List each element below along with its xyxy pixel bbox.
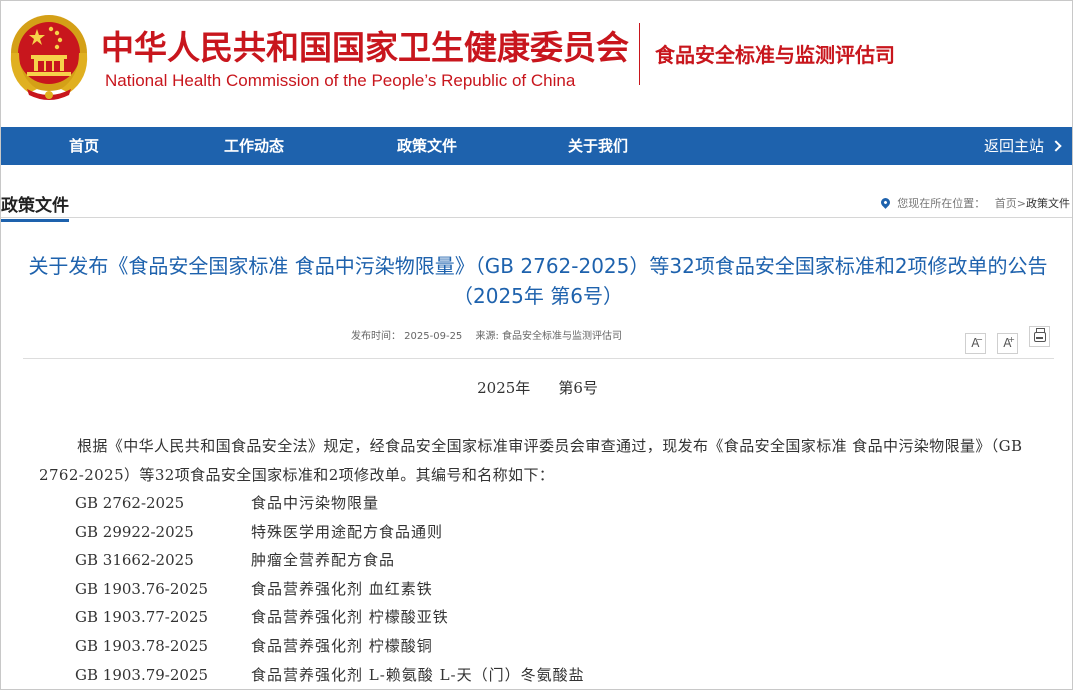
standard-name: 食品营养强化剂 柠檬酸亚铁 bbox=[251, 608, 449, 627]
nav-item-home[interactable]: 首页 bbox=[69, 127, 99, 165]
main-nav: 首页 工作动态 政策文件 关于我们 返回主站 bbox=[1, 127, 1072, 165]
standard-code: GB 1903.78-2025 bbox=[75, 636, 209, 655]
department-name: 食品安全标准与监测评估司 bbox=[655, 43, 895, 67]
standard-name: 食品营养强化剂 柠檬酸铜 bbox=[251, 636, 433, 655]
nav-item-policy-docs[interactable]: 政策文件 bbox=[397, 127, 457, 165]
org-name-en: National Health Commission of the People… bbox=[105, 71, 576, 90]
chevron-right-icon bbox=[1050, 140, 1062, 152]
breadcrumb-current: 政策文件 bbox=[1026, 197, 1070, 210]
national-emblem-icon[interactable] bbox=[7, 9, 91, 101]
standard-code: GB 2762-2025 bbox=[75, 494, 185, 512]
list-item: GB 1903.79-2025 食品营养强化剂 L-赖氨酸 L-天（门）冬氨酸盐 bbox=[75, 661, 585, 689]
article-tools: A − A + bbox=[959, 326, 1050, 354]
doc-no: 第6号 bbox=[558, 379, 598, 397]
doc-year: 2025年 bbox=[477, 379, 531, 397]
standard-code: GB 1903.79-2025 bbox=[75, 665, 209, 684]
standard-code: GB 31662-2025 bbox=[75, 551, 194, 570]
list-item: GB 1903.76-2025 食品营养强化剂 血红素铁 bbox=[75, 575, 585, 604]
list-item: GB 1903.77-2025 食品营养强化剂 柠檬酸亚铁 bbox=[75, 603, 585, 632]
document-number: 2025年 第6号 bbox=[1, 377, 1072, 398]
article-title: 关于发布《食品安全国家标准 食品中污染物限量》（GB 2762-2025）等32… bbox=[28, 254, 1048, 308]
standards-list: GB 2762-2025 食品中污染物限量 GB 29922-2025 特殊医学用途… bbox=[75, 489, 585, 689]
minus-icon: − bbox=[976, 335, 983, 344]
list-item: GB 29922-2025 特殊医学用途配方食品通则 bbox=[75, 518, 585, 547]
page-frame: 中华人民共和国国家卫生健康委员会 National Health Commiss… bbox=[0, 0, 1073, 690]
standard-code: GB 29922-2025 bbox=[75, 522, 194, 541]
header-divider bbox=[639, 23, 640, 85]
standard-code: GB 1903.77-2025 bbox=[75, 608, 209, 627]
location-pin-icon bbox=[879, 196, 893, 209]
standard-name: 食品营养强化剂 血红素铁 bbox=[251, 579, 433, 598]
breadcrumb-prefix: 您现在所在位置： bbox=[897, 197, 986, 210]
breadcrumb-separator: > bbox=[1016, 197, 1026, 210]
site-header: 中华人民共和国国家卫生健康委员会 National Health Commiss… bbox=[1, 1, 1072, 127]
publish-time: 发布时间： 2025-09-25 bbox=[351, 331, 463, 342]
printer-icon bbox=[1034, 328, 1046, 342]
org-name-cn: 中华人民共和国国家卫生健康委员会 bbox=[101, 28, 629, 67]
section-divider bbox=[1, 217, 1072, 218]
list-item: GB 2762-2025 食品中污染物限量 bbox=[75, 489, 585, 518]
plus-icon: + bbox=[1008, 335, 1015, 344]
print-button[interactable] bbox=[1029, 326, 1050, 347]
standard-code: GB 1903.76-2025 bbox=[75, 579, 209, 598]
article-source: 来源: 食品安全标准与监测评估司 bbox=[475, 331, 623, 342]
font-increase-button[interactable]: A + bbox=[996, 333, 1018, 354]
standard-name: 特殊医学用途配方食品通则 bbox=[251, 522, 444, 541]
font-decrease-button[interactable]: A − bbox=[964, 333, 986, 354]
back-to-main-site-label: 返回主站 bbox=[983, 137, 1044, 155]
standard-name: 食品中污染物限量 bbox=[251, 494, 380, 512]
article-divider bbox=[23, 358, 1054, 359]
list-item: GB 1903.78-2025 食品营养强化剂 柠檬酸铜 bbox=[75, 632, 585, 661]
article-meta: 发布时间： 2025-09-25 来源: 食品安全标准与监测评估司 bbox=[351, 327, 632, 342]
standard-name: 食品营养强化剂 L-赖氨酸 L-天（门）冬氨酸盐 bbox=[251, 665, 585, 684]
list-item: GB 31662-2025 肿瘤全营养配方食品 bbox=[75, 546, 585, 575]
standard-name: 肿瘤全营养配方食品 bbox=[251, 551, 396, 570]
article-paragraph: 根据《中华人民共和国食品安全法》规定，经食品安全国家标准审评委员会审查通过，现发… bbox=[39, 437, 1023, 484]
breadcrumb: 您现在所在位置： 首页>政策文件 bbox=[879, 195, 1070, 211]
nav-item-about-us[interactable]: 关于我们 bbox=[568, 127, 628, 165]
breadcrumb-home-link[interactable]: 首页 bbox=[995, 197, 1017, 210]
back-to-main-site-link[interactable]: 返回主站 bbox=[983, 127, 1062, 165]
nav-item-work-news[interactable]: 工作动态 bbox=[224, 127, 284, 165]
